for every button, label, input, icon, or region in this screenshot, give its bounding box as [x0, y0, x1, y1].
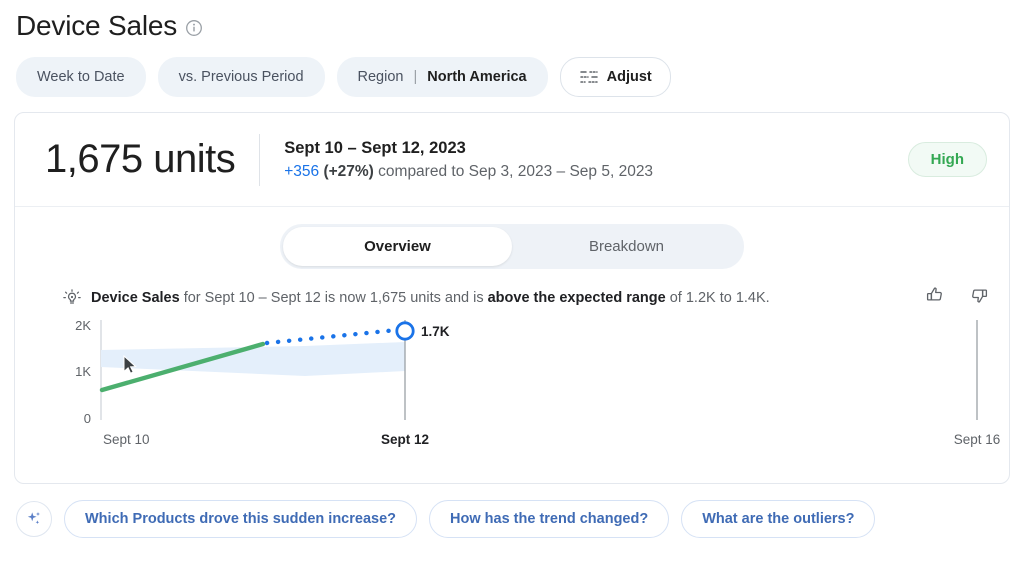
- tab-bar: Overview Breakdown: [15, 207, 1009, 269]
- tab-group: Overview Breakdown: [280, 224, 744, 269]
- trend-chart: 2K 1K 0 1.7K Sept 10 Sept 12 Sept 16: [15, 312, 1009, 462]
- x-tick-label-sept-12: Sept 12: [381, 432, 429, 447]
- y-tick-label-0: 0: [84, 411, 91, 426]
- metric-summary: 1,675 units Sept 10 – Sept 12, 2023 +356…: [15, 113, 1009, 207]
- insight-row: Device Sales for Sept 10 – Sept 12 is no…: [15, 269, 1009, 308]
- delta-comparison-text: compared to Sep 3, 2023 – Sep 5, 2023: [378, 162, 654, 180]
- x-tick-label-sept-10: Sept 10: [103, 432, 150, 447]
- end-point-marker: [395, 321, 415, 341]
- status-badge: High: [907, 142, 987, 177]
- adjust-button-label: Adjust: [606, 69, 652, 85]
- y-tick-label-1k: 1K: [75, 364, 91, 379]
- lightbulb-insight-icon: [63, 289, 81, 307]
- x-tick-label-sept-16: Sept 16: [954, 432, 1001, 447]
- tab-overview-label: Overview: [364, 238, 431, 255]
- adjust-button[interactable]: Adjust: [559, 57, 671, 97]
- insight-part2: of 1.2K to 1.4K.: [665, 290, 770, 306]
- filter-chip-region[interactable]: Region | North America: [336, 57, 548, 97]
- suggestion-chip-3[interactable]: What are the outliers?: [681, 500, 876, 538]
- thumbs-down-icon[interactable]: [969, 285, 989, 305]
- filter-chip-region-label: Region: [357, 69, 404, 85]
- page-header: Device Sales: [0, 0, 1024, 46]
- thumbs-up-icon[interactable]: [925, 285, 945, 305]
- metric-card: 1,675 units Sept 10 – Sept 12, 2023 +356…: [14, 112, 1010, 484]
- summary-delta-line: +356 (+27%) compared to Sep 3, 2023 – Se…: [284, 163, 653, 181]
- suggestion-chip-1[interactable]: Which Products drove this sudden increas…: [64, 500, 418, 538]
- end-point-label: 1.7K: [421, 324, 450, 339]
- insight-part1: for Sept 10 – Sept 12 is now 1,675 units…: [179, 290, 488, 306]
- delta-value: +356: [284, 162, 320, 180]
- summary-divider: [259, 133, 261, 186]
- filter-bar: Week to Date vs. Previous Period Region …: [0, 46, 1024, 100]
- filter-chip-timeframe[interactable]: Week to Date: [16, 57, 146, 97]
- info-circle-icon[interactable]: [185, 19, 203, 37]
- projected-line-series: [264, 327, 400, 346]
- feedback-controls: [925, 285, 989, 305]
- summary-text-block: Sept 10 – Sept 12, 2023 +356 (+27%) comp…: [284, 139, 653, 181]
- insight-text: Device Sales for Sept 10 – Sept 12 is no…: [91, 288, 770, 308]
- insight-metric-name: Device Sales: [91, 290, 180, 306]
- filter-chip-timeframe-label: Week to Date: [37, 69, 125, 85]
- suggestion-bar: Which Products drove this sudden increas…: [0, 484, 1024, 538]
- sparkle-ai-button[interactable]: [16, 501, 52, 537]
- metric-value: 1,675 units: [45, 137, 236, 181]
- y-tick-label-2k: 2K: [75, 318, 91, 333]
- insight-emphasis: above the expected range: [487, 290, 666, 306]
- filter-chip-comparison[interactable]: vs. Previous Period: [157, 57, 325, 97]
- filter-chip-region-separator: |: [413, 69, 418, 85]
- delta-percent: (+27%): [323, 162, 374, 180]
- filter-chip-region-value: North America: [427, 69, 527, 85]
- tune-sliders-icon: [579, 69, 599, 85]
- tab-breakdown-label: Breakdown: [588, 238, 665, 255]
- page-title: Device Sales: [16, 10, 178, 41]
- trend-chart-svg: 2K 1K 0 1.7K Sept 10 Sept 12 Sept 16: [75, 318, 1001, 447]
- tab-breakdown[interactable]: Breakdown: [512, 227, 741, 266]
- tab-overview[interactable]: Overview: [283, 227, 512, 266]
- summary-date-range: Sept 10 – Sept 12, 2023: [284, 138, 466, 157]
- sparkle-ai-icon: [27, 512, 40, 524]
- suggestion-chip-2[interactable]: How has the trend changed?: [429, 500, 670, 538]
- filter-chip-comparison-label: vs. Previous Period: [178, 69, 304, 85]
